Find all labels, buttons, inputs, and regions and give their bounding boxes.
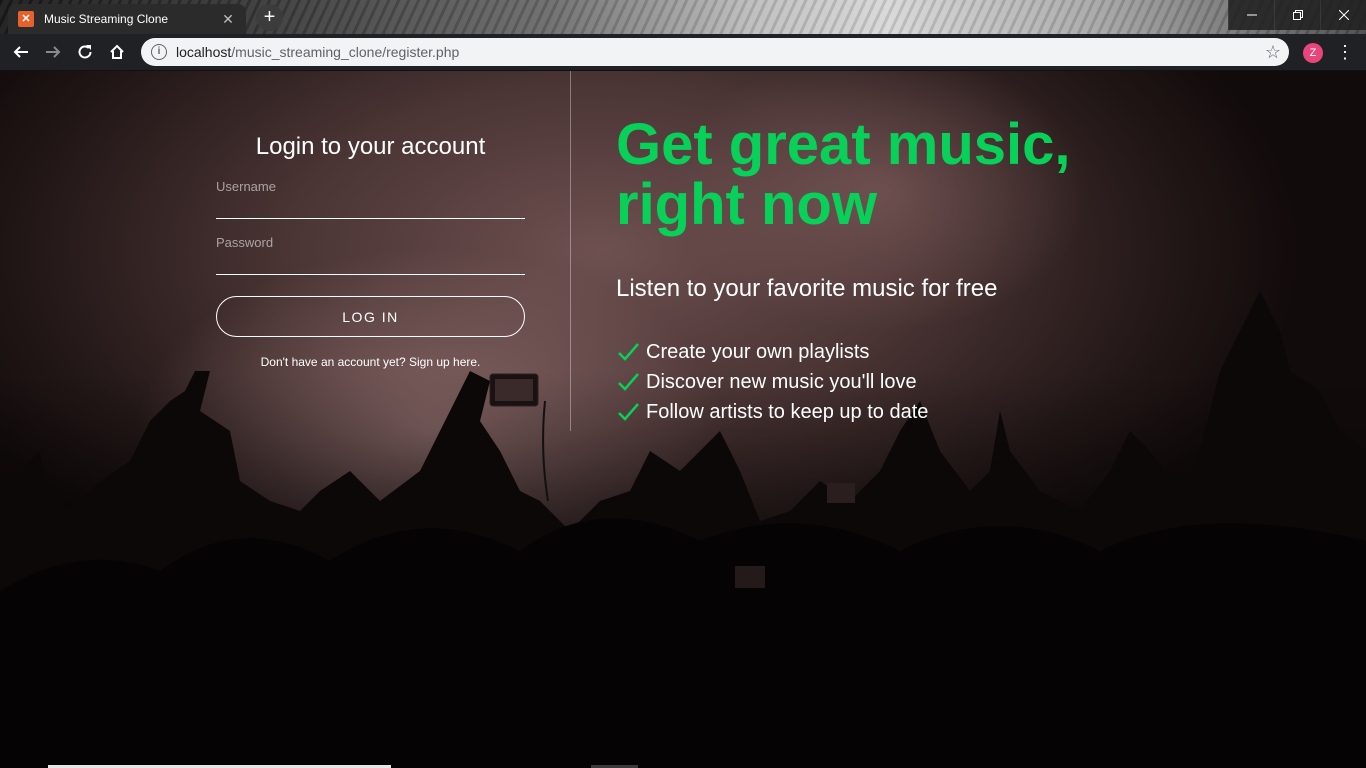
signup-link[interactable]: Don't have an account yet? Sign up here. — [216, 355, 525, 369]
password-label: Password — [216, 235, 274, 250]
home-button[interactable] — [101, 36, 133, 68]
checkmark-icon — [618, 373, 639, 391]
minimize-button[interactable] — [1228, 0, 1274, 30]
new-tab-button[interactable]: + — [256, 4, 283, 31]
tab-close-icon[interactable]: ✕ — [220, 11, 236, 28]
feature-item: Discover new music you'll love — [616, 367, 928, 397]
profile-avatar[interactable]: Z — [1303, 43, 1323, 63]
minimize-icon — [1246, 14, 1257, 16]
password-input[interactable] — [216, 251, 525, 275]
browser-toolbar: i localhost /music_streaming_clone/regis… — [0, 34, 1366, 71]
reload-icon — [78, 45, 92, 59]
back-button[interactable] — [5, 36, 37, 68]
feature-text: Follow artists to keep up to date — [646, 400, 929, 423]
feature-list: Create your own playlists Discover new m… — [616, 337, 928, 427]
feature-item: Follow artists to keep up to date — [616, 397, 928, 427]
info-icon[interactable]: i — [151, 44, 167, 60]
restore-button[interactable] — [1274, 0, 1320, 30]
login-button[interactable]: LOG IN — [216, 296, 525, 337]
panel-divider — [570, 71, 571, 431]
hero-subheadline: Listen to your favorite music for free — [616, 275, 998, 302]
forward-button[interactable] — [37, 36, 69, 68]
browser-tab[interactable]: ✕ Music Streaming Clone ✕ — [8, 4, 246, 34]
xampp-favicon-icon: ✕ — [18, 11, 34, 27]
reload-button[interactable] — [69, 36, 101, 68]
feature-text: Discover new music you'll love — [646, 370, 917, 393]
close-button[interactable] — [1320, 0, 1366, 30]
url-host: localhost — [176, 44, 232, 60]
tab-title: Music Streaming Clone — [44, 12, 169, 26]
login-title: Login to your account — [255, 133, 486, 160]
window-controls — [1228, 0, 1366, 30]
hero-headline: Get great music, right now — [616, 112, 1071, 237]
address-bar[interactable]: i localhost /music_streaming_clone/regis… — [141, 38, 1289, 66]
url-path: /music_streaming_clone/register.php — [231, 44, 460, 60]
username-input[interactable] — [216, 195, 525, 219]
forward-arrow-icon — [46, 46, 61, 58]
checkmark-icon — [618, 403, 639, 421]
username-label: Username — [216, 179, 276, 194]
feature-item: Create your own playlists — [616, 337, 928, 367]
login-panel: Login to your account Username Password … — [0, 71, 570, 431]
back-arrow-icon — [13, 46, 28, 58]
checkmark-icon — [618, 343, 639, 361]
star-icon[interactable]: ☆ — [1265, 42, 1281, 62]
home-icon — [110, 44, 124, 59]
register-page: Login to your account Username Password … — [0, 71, 1366, 768]
browser-titlebar: ✕ Music Streaming Clone ✕ + — [0, 0, 1366, 34]
menu-dots-icon[interactable]: ⋮ — [1336, 40, 1354, 64]
restore-icon — [1292, 10, 1303, 20]
feature-text: Create your own playlists — [646, 340, 870, 363]
close-icon — [1338, 10, 1349, 20]
